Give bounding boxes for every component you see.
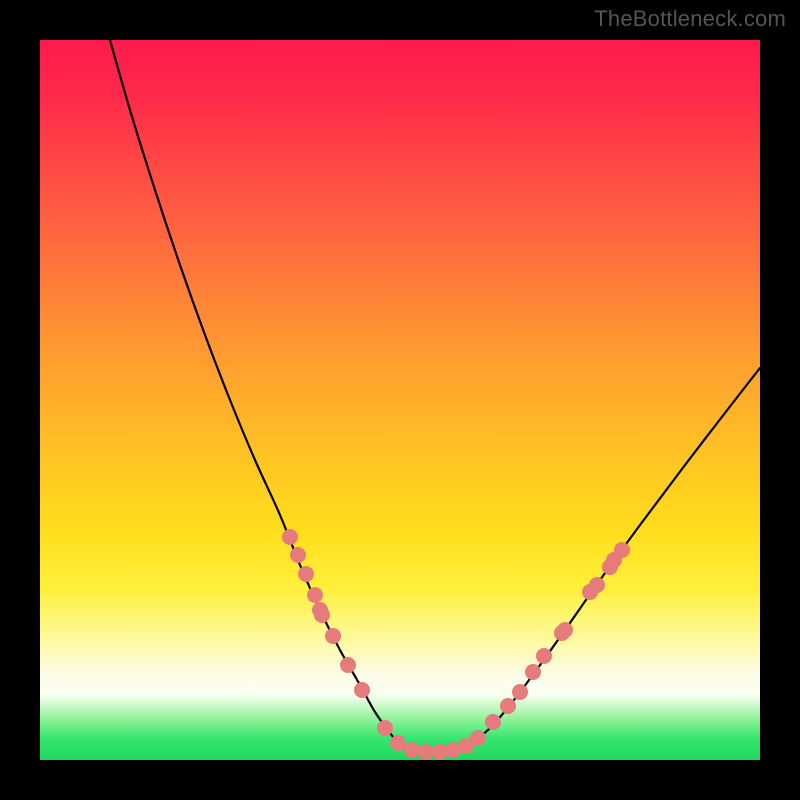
data-point-marker [525,664,541,680]
data-point-marker [470,730,486,746]
curve-svg [40,40,760,760]
data-point-marker [557,622,573,638]
data-point-marker [377,720,393,736]
data-point-marker [307,587,323,603]
data-point-marker [354,682,370,698]
data-point-marker [536,648,552,664]
data-point-marker [314,607,330,623]
data-point-marker [298,566,314,582]
data-point-marker [512,684,528,700]
watermark-text: TheBottleneck.com [594,6,786,32]
data-point-markers [282,529,630,760]
data-point-marker [418,744,434,760]
data-point-marker [589,577,605,593]
data-point-marker [290,547,306,563]
data-point-marker [404,742,420,758]
data-point-marker [282,529,298,545]
data-point-marker [485,714,501,730]
chart-frame: TheBottleneck.com [0,0,800,800]
data-point-marker [390,735,406,751]
plot-area [40,40,760,760]
data-point-marker [340,657,356,673]
curve-left-branch [110,40,400,745]
data-point-marker [614,542,630,558]
data-point-marker [325,628,341,644]
data-point-marker [500,698,516,714]
